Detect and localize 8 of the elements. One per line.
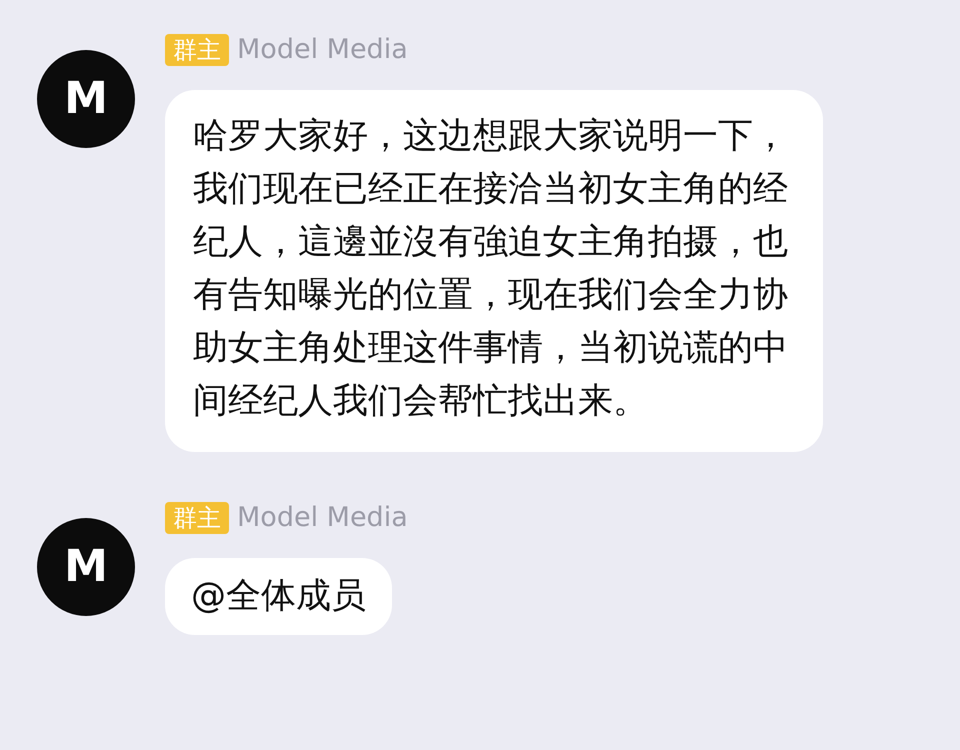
message-bubble: @全体成员 (165, 558, 392, 635)
role-tag: 群主 (165, 34, 229, 66)
avatar[interactable]: M (37, 518, 135, 616)
avatar[interactable]: M (37, 50, 135, 148)
sender-name: Model Media (237, 502, 408, 534)
sender-name: Model Media (237, 34, 408, 66)
message-bubble: 哈罗大家好，这边想跟大家说明一下，我们现在已经正在接洽当初女主角的经纪人，這邊並沒有強迫女主角拍摄，也有告知曝光的位置，现在我们会全力协助女主角处理这件事情，当初说谎的中间经纪人我们会帮忙找出来。 (165, 90, 823, 452)
role-tag: 群主 (165, 502, 229, 534)
